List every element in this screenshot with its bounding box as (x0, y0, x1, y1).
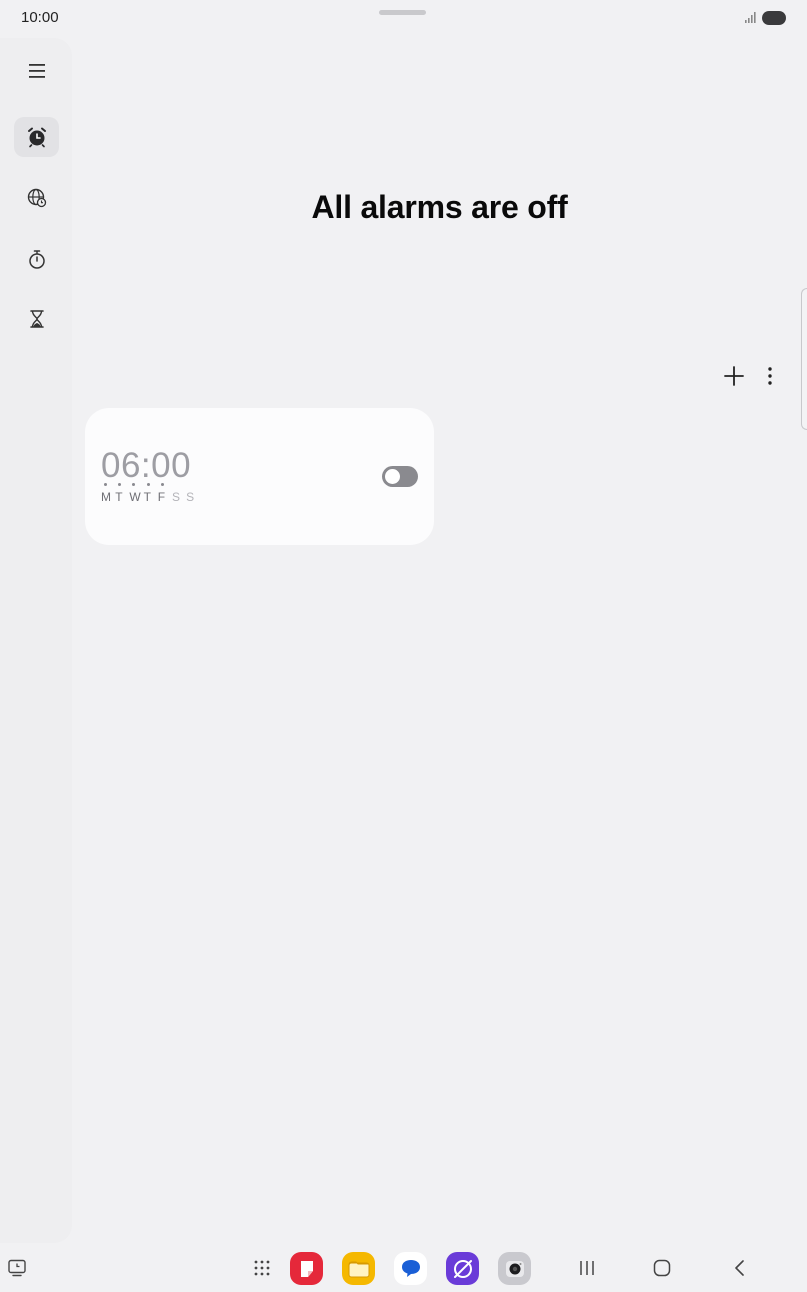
add-alarm-button[interactable] (718, 360, 750, 392)
day-wednesday: W (129, 483, 143, 504)
camera-app-icon[interactable] (498, 1252, 531, 1285)
messages-app-icon[interactable] (394, 1252, 427, 1285)
day-friday: F (158, 483, 172, 504)
back-icon (735, 1260, 744, 1276)
internet-app-icon[interactable] (446, 1252, 479, 1285)
page-title: All alarms are off (311, 189, 568, 225)
nav-stopwatch[interactable] (14, 239, 59, 279)
alarm-days: M T W T F S S (101, 483, 200, 504)
nav-alarm[interactable] (14, 117, 59, 157)
apps-grid-button[interactable] (250, 1256, 274, 1280)
alarm-time: 06:00 (101, 446, 192, 485)
hourglass-icon (29, 310, 44, 328)
screen-rotation-icon (8, 1259, 26, 1277)
nav-timer[interactable] (14, 299, 59, 339)
plus-icon (724, 366, 744, 386)
stopwatch-icon (28, 250, 45, 269)
toggle-knob (385, 469, 400, 484)
alarm-toggle[interactable] (382, 466, 418, 487)
edge-panel-handle[interactable] (801, 288, 807, 430)
recents-button[interactable] (575, 1256, 599, 1280)
notes-app-icon[interactable] (290, 1252, 323, 1285)
recents-icon (580, 1261, 594, 1275)
day-sunday: S (186, 490, 195, 504)
drag-handle[interactable] (379, 10, 426, 15)
home-button[interactable] (650, 1256, 674, 1280)
alarm-clock-icon (27, 127, 46, 148)
status-time: 10:00 (21, 9, 59, 26)
day-monday: M (101, 483, 115, 504)
files-app-icon[interactable] (342, 1252, 375, 1285)
hamburger-menu-icon[interactable] (14, 51, 59, 91)
nav-rail (0, 38, 72, 1243)
back-button[interactable] (727, 1256, 751, 1280)
battery-icon (762, 11, 786, 25)
apps-grid-icon (254, 1260, 270, 1276)
screen-rotation-button[interactable] (4, 1256, 30, 1280)
signal-icon (745, 12, 756, 23)
status-bar: 10:00 (0, 0, 807, 36)
day-saturday: S (171, 490, 180, 504)
alarm-card[interactable]: 06:00 M T W T F S S (85, 408, 434, 545)
more-vertical-icon (768, 367, 772, 385)
home-icon (653, 1259, 671, 1277)
day-tuesday: T (115, 483, 129, 504)
day-thursday: T (144, 483, 158, 504)
nav-world-clock[interactable] (14, 178, 59, 218)
globe-clock-icon (27, 188, 46, 208)
more-options-button[interactable] (756, 360, 784, 392)
